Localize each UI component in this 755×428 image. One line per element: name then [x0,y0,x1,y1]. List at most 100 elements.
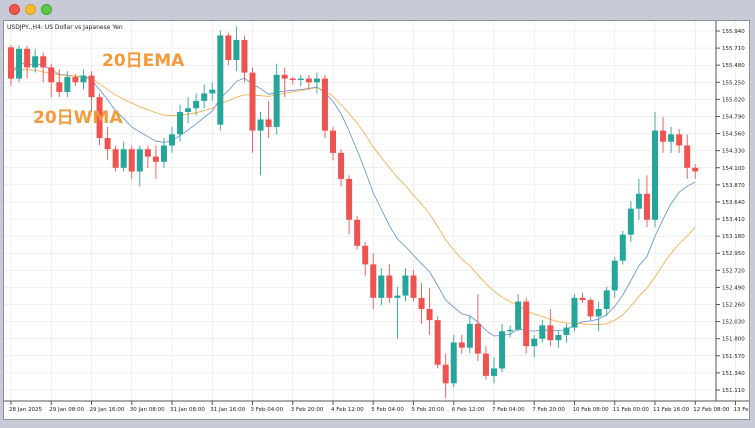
candle-body-bullish [668,134,675,142]
candle-body-bullish [635,193,642,209]
candle-body-bullish [531,338,538,347]
candle-body-bullish [273,74,280,127]
candle-body-bearish [338,152,345,179]
time-tick-label: 3 Feb 20:00 [291,407,324,413]
candle-body-bullish [201,93,208,101]
candle-body-bullish [177,112,184,135]
candle-body-bearish [24,48,31,68]
candle-body-bearish [482,353,489,376]
price-tick-label: 154.790 [722,114,745,120]
candle-body-bearish [370,264,377,298]
candle-body-bullish [136,149,143,172]
candle-body-bullish [185,108,192,113]
candle-body-bearish [88,75,95,98]
candle-body-bearish [692,167,699,172]
price-tick-label: 151.340 [722,371,745,377]
candle-body-bearish [40,56,47,68]
candle-body-bearish [434,320,441,365]
candle-body-bearish [112,149,119,168]
price-tick-label: 154.330 [722,149,745,155]
time-tick-label: 6 Feb 12:00 [452,407,485,413]
candle-body-bearish [144,149,151,157]
price-tick-label: 155.020 [722,97,745,103]
candle-body-bullish [619,234,626,261]
candle-body-bearish [684,145,691,168]
candle-body-bullish [378,275,385,298]
candle-body-bearish [48,67,55,83]
time-tick-label: 30 Jan 08:00 [130,407,165,413]
candle-body-bearish [458,342,465,348]
candle-body-bearish [523,301,530,347]
price-tick-label: 155.480 [722,63,745,69]
candle-body-bearish [410,275,417,298]
candle-body-bullish [595,308,602,317]
price-tick-label: 154.100 [722,166,745,172]
price-tick-label: 155.250 [722,80,745,86]
wma-annotation-label: 20日WMA [33,108,123,128]
price-chart[interactable]: 155.940 155.710 155.480 155.250 155.020 154.7… [4,21,749,419]
chart-window: 155.940 155.710 155.480 155.250 155.020 154.7… [3,20,750,420]
candle-body-bearish [305,78,312,83]
candle-body-bearish [579,297,586,301]
candle-body-bearish [225,35,232,60]
candle-body-bearish [676,134,683,146]
candle-body-bullish [507,329,514,332]
time-tick-label: 5 Feb 20:00 [412,407,445,413]
candle-body-bearish [426,308,433,321]
candle-body-bullish [64,77,71,92]
candle-body-bullish [491,368,497,376]
time-tick-label: 11 Feb 00:00 [613,407,650,413]
price-tick-label: 153.180 [722,234,745,240]
candle-body-bullish [499,331,506,369]
candle-body-bearish [8,47,14,79]
candle-body-bullish [555,334,562,341]
candle-body-bearish [587,300,594,317]
candle-body-bullish [297,78,304,81]
price-tick-label: 152.490 [722,285,745,291]
candle-body-bearish [643,193,650,220]
price-tick-label: 152.950 [722,251,745,257]
candle-body-bearish [241,39,248,73]
candle [571,294,578,332]
candle [523,297,530,354]
time-tick-label: 3 Feb 04:00 [251,407,284,413]
time-tick-label: 4 Feb 12:00 [331,407,364,413]
price-tick-label: 152.720 [722,268,745,274]
price-tick-label: 153.410 [722,217,745,223]
candle-body-bullish [217,35,224,125]
candle-body-bullish [450,342,457,384]
candle [112,145,119,172]
time-tick-label: 7 Feb 20:00 [532,407,565,413]
candle-body-bearish [386,275,393,298]
minimize-button[interactable] [25,4,36,15]
candle-body-bullish [193,100,200,109]
candle-body-bullish [627,208,634,235]
candle-body-bearish [474,323,481,354]
candle-body-bearish [128,149,135,172]
candle-body-bearish [104,138,111,150]
price-tick-label: 154.560 [722,132,745,138]
price-tick-label: 153.640 [722,200,745,206]
candle [321,74,328,139]
candle-body-bullish [120,149,127,168]
candle-body-bullish [466,323,473,348]
time-tick-label: 13 Feb 00:00 [734,407,750,413]
time-tick-label: 31 Jan 16:00 [210,407,245,413]
candle-body-bullish [32,56,39,68]
candle-body-bullish [652,130,658,220]
chart-symbol-title: USDJPY,,H4: US Dollar vs Japanese Yen [7,24,123,31]
candle-body-bearish [660,130,667,142]
candle [217,30,224,131]
close-button[interactable] [9,4,20,15]
maximize-button[interactable] [41,4,52,15]
candle [450,334,457,388]
candle-body-bearish [72,77,79,83]
chart-background [4,21,749,419]
ema-annotation-label: 20日EMA [102,51,185,71]
candle-body-bearish [249,72,256,131]
candle-body-bullish [571,297,578,328]
time-tick-label: 28 Jan 2025 [9,407,42,413]
time-tick-label: 12 Feb 08:00 [693,407,730,413]
candle [354,216,361,250]
candle-body-bullish [80,75,87,83]
